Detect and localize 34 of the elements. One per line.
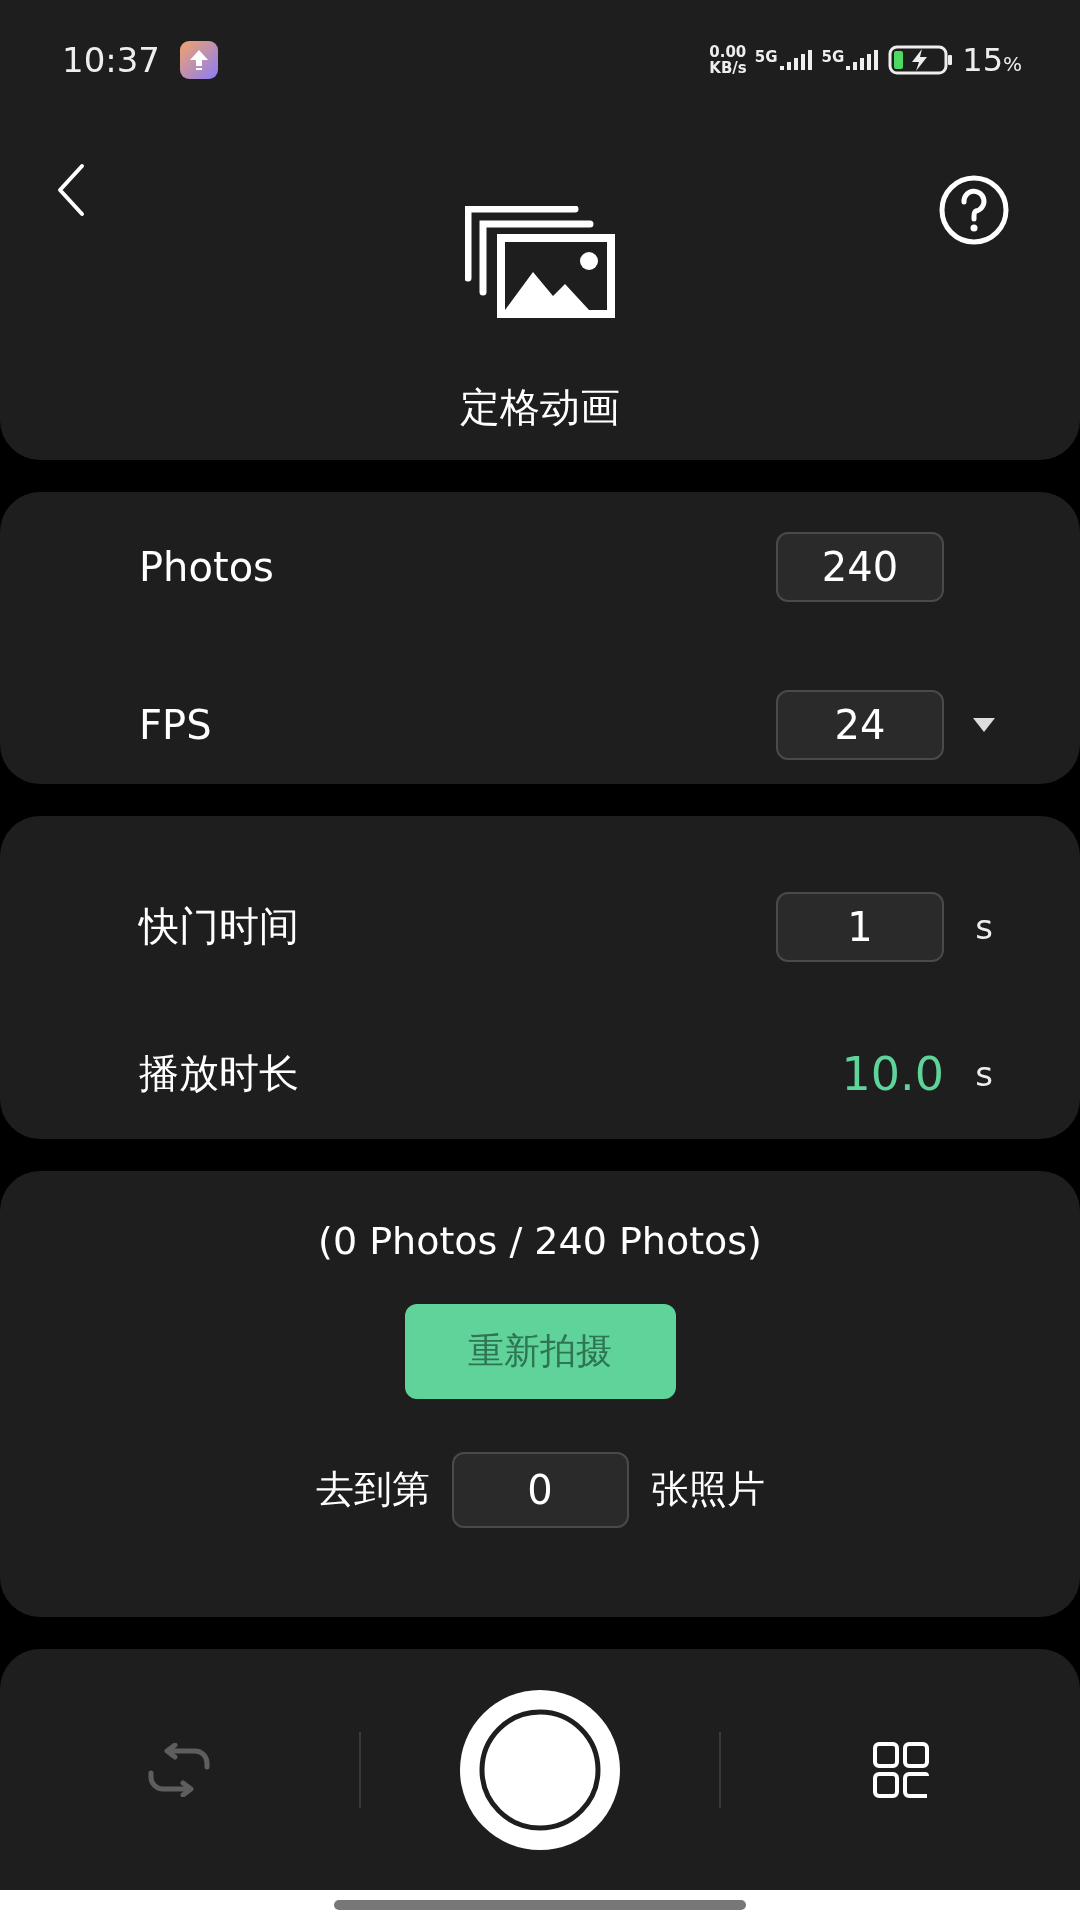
fps-field[interactable]: 24 (776, 689, 944, 760)
unit-label: s (975, 1053, 993, 1094)
shutter-button[interactable] (460, 1689, 620, 1850)
setting-label: FPS (139, 701, 213, 748)
upload-app-icon (180, 41, 218, 79)
goto-suffix-label: 张照片 (650, 1466, 765, 1514)
grid-icon (872, 1741, 929, 1798)
net-speed-value: 0.00 (709, 44, 747, 60)
photo-count: (0 Photos / 240 Photos) (318, 1217, 762, 1265)
page-title: 定格动画 (460, 383, 620, 432)
battery-level: 15 (962, 41, 1003, 79)
setting-label: 播放时长 (139, 1049, 300, 1099)
setting-label: Photos (139, 543, 275, 590)
grid-button[interactable] (872, 1741, 929, 1798)
battery-charging-icon (888, 44, 955, 76)
dropdown-caret-icon[interactable] (973, 717, 995, 732)
signal-icon (777, 48, 814, 72)
signal-icon (844, 48, 881, 72)
setting-label: 快门时间 (139, 902, 300, 952)
goto-label: 去到第 (315, 1466, 430, 1514)
shutter-icon (460, 1689, 620, 1850)
battery-unit: % (1003, 52, 1022, 76)
number-field[interactable]: 1 (776, 891, 944, 962)
unit-label: s (975, 906, 993, 947)
network-type-label: 5G (821, 48, 845, 66)
network-type-label: 5G (754, 48, 778, 66)
help-icon (938, 174, 1010, 246)
photo-index-field[interactable]: 0 (451, 1451, 629, 1528)
number-field[interactable]: 240 (776, 531, 944, 602)
home-indicator[interactable] (334, 1900, 746, 1911)
status-time: 10:37 (62, 40, 160, 80)
duration-value: 10.0 (841, 1046, 944, 1101)
net-speed-unit: KB/s (709, 60, 747, 76)
photo-stack-icon (465, 206, 615, 320)
